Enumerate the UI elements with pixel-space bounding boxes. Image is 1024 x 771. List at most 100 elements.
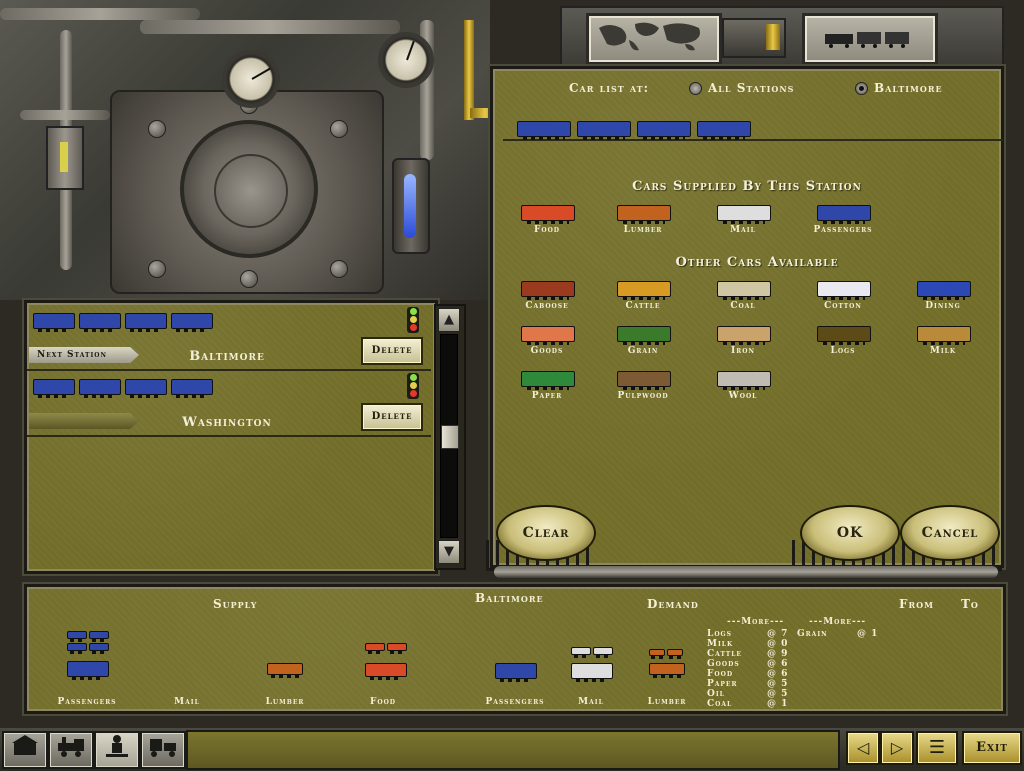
- car-list-label: Car list at:: [569, 81, 650, 95]
- consist-car-passenger[interactable]: [125, 379, 167, 398]
- demand-list-row: Logs @ 7: [707, 629, 797, 639]
- demand-car-mail: [571, 663, 613, 682]
- view-toggle-lever[interactable]: [722, 18, 786, 58]
- available-car-paper[interactable]: Paper: [507, 371, 587, 405]
- delete-stop-button[interactable]: Delete: [361, 403, 423, 431]
- supplied-car-passengers[interactable]: Passengers: [803, 205, 883, 239]
- supply-car-food: [365, 663, 407, 680]
- supply-car-food: [387, 643, 407, 654]
- clear-button[interactable]: Clear: [496, 505, 596, 561]
- consist-stop[interactable]: Next Station Baltimore Delete: [27, 303, 431, 371]
- scroll-thumb[interactable]: [441, 425, 459, 449]
- supplied-car-food[interactable]: Food: [507, 205, 587, 239]
- station-tag: [29, 413, 139, 429]
- consist-car-passenger[interactable]: [171, 313, 213, 332]
- next-arrow-icon[interactable]: ▷: [880, 731, 914, 765]
- selected-car-passenger[interactable]: [697, 121, 751, 140]
- divider-pipe: [494, 566, 998, 578]
- supplied-car-lumber[interactable]: Lumber: [603, 205, 683, 239]
- train-ops-icon[interactable]: [140, 731, 186, 769]
- car-icon: [717, 205, 771, 224]
- available-car-coal[interactable]: Coal: [703, 281, 783, 315]
- consist-car-passenger[interactable]: [125, 313, 167, 332]
- demand-list-row: Cattle @ 9: [707, 649, 797, 659]
- radio-all-stations-label: All Stations: [708, 81, 795, 95]
- station-icon[interactable]: [2, 731, 48, 769]
- demand-list-row: Coal @ 1: [707, 699, 797, 709]
- consist-car-passenger[interactable]: [79, 313, 121, 332]
- available-car-dining[interactable]: Dining: [903, 281, 983, 315]
- ok-button[interactable]: OK: [800, 505, 900, 561]
- bolt: [148, 260, 166, 278]
- demand-heading: Demand: [647, 597, 699, 611]
- demand-list-row: Oil @ 5: [707, 689, 797, 699]
- supply-car-passenger: [67, 661, 109, 680]
- available-car-goods[interactable]: Goods: [507, 326, 587, 360]
- world-map-button[interactable]: [586, 13, 722, 65]
- selected-car-passenger[interactable]: [577, 121, 631, 140]
- delete-stop-button[interactable]: Delete: [361, 337, 423, 365]
- selected-car-passenger[interactable]: [517, 121, 571, 140]
- consist-car-passenger[interactable]: [33, 313, 75, 332]
- car-label: Logs: [830, 346, 856, 356]
- supply-car-food: [365, 643, 385, 654]
- available-car-logs[interactable]: Logs: [803, 326, 883, 360]
- car-icon: [717, 326, 771, 345]
- cancel-button[interactable]: Cancel: [900, 505, 1000, 561]
- locomotive-icon[interactable]: [48, 731, 94, 769]
- demand-car-lumber: [649, 663, 685, 678]
- car-icon: [717, 371, 771, 390]
- next-station-tag: Next Station: [29, 347, 139, 363]
- radio-icon: [689, 82, 702, 95]
- scroll-down-icon[interactable]: ▼: [438, 540, 460, 564]
- available-car-wool[interactable]: Wool: [703, 371, 783, 405]
- consist-car-passenger[interactable]: [79, 379, 121, 398]
- station-heading: Baltimore: [475, 591, 544, 605]
- available-car-cotton[interactable]: Cotton: [803, 281, 883, 315]
- prev-arrow-icon[interactable]: ◁: [846, 731, 880, 765]
- demand-value: @ 5: [767, 679, 789, 689]
- car-label: Lumber: [623, 225, 663, 235]
- car-label: Dining: [925, 301, 961, 311]
- available-car-grain[interactable]: Grain: [603, 326, 683, 360]
- available-car-iron[interactable]: Iron: [703, 326, 783, 360]
- supply-heading: Supply: [213, 597, 258, 611]
- car-label: Food: [533, 225, 561, 235]
- available-car-caboose[interactable]: Caboose: [507, 281, 587, 315]
- train-icon: [825, 32, 909, 48]
- consist-stop[interactable]: Washington Delete: [27, 369, 431, 437]
- radio-baltimore[interactable]: Baltimore: [855, 81, 943, 95]
- car-icon: [917, 326, 971, 345]
- list-icon[interactable]: ☰: [916, 731, 958, 765]
- radio-all-stations[interactable]: All Stations: [689, 81, 794, 95]
- train-view-button[interactable]: [802, 13, 938, 65]
- available-car-pulpwood[interactable]: Pulpwood: [603, 371, 683, 405]
- more-indicator: ---More---: [809, 617, 867, 627]
- demand-name: Goods: [707, 659, 740, 669]
- demand-list-secondary: Grain @ 1: [797, 629, 887, 639]
- car-label: Cattle: [625, 301, 661, 311]
- consist-car-passenger[interactable]: [171, 379, 213, 398]
- selected-car-passenger[interactable]: [637, 121, 691, 140]
- car-label: Mail: [730, 225, 756, 235]
- manager-icon[interactable]: [94, 731, 140, 769]
- car-label: Iron: [731, 346, 755, 356]
- consist-car-passenger[interactable]: [33, 379, 75, 398]
- more-indicator: ---More---: [727, 617, 785, 627]
- scroll-track[interactable]: [440, 334, 459, 538]
- consist-scrollbar[interactable]: ▲ ▼: [434, 304, 466, 570]
- supplied-car-mail[interactable]: Mail: [703, 205, 783, 239]
- demand-list-row: Food @ 6: [707, 669, 797, 679]
- locomotive-machinery: [0, 0, 500, 300]
- car-icon: [817, 281, 871, 300]
- demand-name: Logs: [707, 629, 733, 639]
- demand-value: @ 1: [857, 629, 879, 639]
- demand-value: @ 1: [767, 699, 789, 709]
- exit-button[interactable]: Exit: [962, 731, 1022, 765]
- available-car-milk[interactable]: Milk: [903, 326, 983, 360]
- car-icon: [717, 281, 771, 300]
- scroll-up-icon[interactable]: ▲: [438, 308, 460, 332]
- demand-name: Paper: [707, 679, 738, 689]
- car-label: Goods: [530, 346, 564, 356]
- available-car-cattle[interactable]: Cattle: [603, 281, 683, 315]
